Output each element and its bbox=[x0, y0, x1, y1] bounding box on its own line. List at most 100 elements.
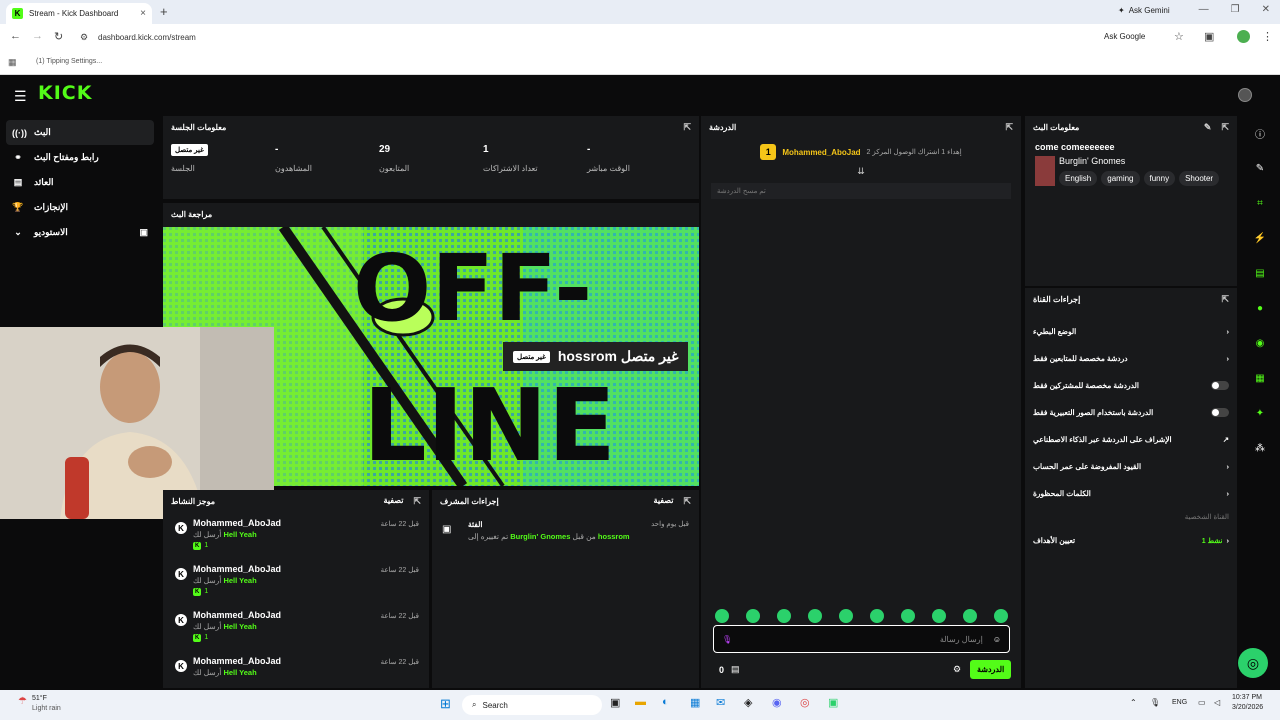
profile-avatar[interactable] bbox=[1237, 30, 1250, 43]
broadcast-icon[interactable]: ◉ bbox=[1240, 326, 1280, 361]
action-goals[interactable]: تعيين الأهداف نشط 1 › bbox=[1025, 527, 1237, 554]
help-chat-icon[interactable]: ◎ bbox=[1238, 648, 1268, 678]
bolt-icon[interactable]: ⚡ bbox=[1240, 221, 1280, 256]
emotes-only-toggle[interactable] bbox=[1211, 408, 1229, 417]
hamburger-menu-icon[interactable]: ☰ bbox=[14, 88, 27, 105]
emote-icon[interactable] bbox=[746, 609, 760, 623]
popout-icon[interactable]: ⇱ bbox=[1221, 122, 1229, 133]
forward-icon[interactable]: → bbox=[32, 30, 43, 42]
microphone-icon[interactable]: 🎙 bbox=[1150, 698, 1160, 707]
chat-bubble-icon[interactable]: ● bbox=[1240, 291, 1280, 326]
sidebar-item-label: رابط ومفتاح البث bbox=[34, 152, 99, 162]
kick-app-icon[interactable]: ▣ bbox=[828, 696, 838, 709]
site-info-icon[interactable]: ⚙ bbox=[80, 32, 88, 43]
popout-icon[interactable]: ⇱ bbox=[1221, 294, 1229, 305]
tray-chevron-icon[interactable]: ⌃ bbox=[1130, 698, 1137, 707]
chat-input[interactable]: 🎙 إرسال رسالة ☺ bbox=[713, 625, 1010, 653]
feed-message: أرسل لك Hell Yeah bbox=[193, 668, 257, 677]
edge-icon[interactable]: ◐ bbox=[662, 696, 669, 708]
windows-start-icon[interactable]: ⊞ bbox=[440, 696, 451, 712]
sidebar-item-stream-key[interactable]: ⚭ رابط ومفتاح البث bbox=[0, 145, 160, 170]
popout-icon[interactable]: ⇱ bbox=[683, 122, 691, 133]
browser-chrome: K Stream - Kick Dashboard × + ✦ Ask Gemi… bbox=[0, 0, 1280, 75]
bookmark-tipping-settings[interactable]: (1) Tipping Settings... bbox=[36, 58, 102, 65]
emote-icon[interactable] bbox=[870, 609, 884, 623]
maximize-icon[interactable]: ❐ bbox=[1231, 4, 1240, 15]
category-icon: ▣ bbox=[442, 524, 452, 535]
action-banned-words[interactable]: الكلمات المحظورة › bbox=[1025, 480, 1237, 507]
edit-icon[interactable]: ✎ bbox=[1204, 122, 1212, 133]
chrome-icon[interactable]: ◎ bbox=[800, 696, 810, 709]
ask-gemini-button[interactable]: ✦ Ask Gemini bbox=[1118, 6, 1170, 15]
feed-time: قبل 22 ساعة bbox=[380, 613, 419, 620]
offline-word-top: OFF- bbox=[353, 235, 593, 342]
info-icon[interactable]: ⓘ bbox=[1240, 116, 1280, 151]
reload-icon[interactable]: ↻ bbox=[54, 30, 63, 43]
kick-logo[interactable]: KICK bbox=[38, 82, 92, 104]
store-app-icon[interactable]: ▦ bbox=[690, 696, 700, 709]
pinned-user[interactable]: Mohammed_AboJad bbox=[782, 148, 860, 157]
ask-google-button[interactable]: Ask Google bbox=[1104, 32, 1145, 41]
popout-icon[interactable]: ⇱ bbox=[1005, 122, 1013, 133]
filter-button[interactable]: تصفية bbox=[384, 496, 404, 507]
emote-icon[interactable] bbox=[777, 609, 791, 623]
emote-icon[interactable] bbox=[963, 609, 977, 623]
store-icon[interactable]: ▤ bbox=[731, 664, 740, 675]
mic-icon[interactable]: 🎙 bbox=[722, 635, 732, 644]
emoji-icon[interactable]: ☺ bbox=[993, 635, 1001, 644]
emote-icon[interactable] bbox=[808, 609, 822, 623]
volume-icon[interactable]: ◁ bbox=[1214, 698, 1220, 707]
sidebar-item-revenue[interactable]: ▤ العائد bbox=[0, 170, 160, 195]
emote-icon[interactable] bbox=[839, 609, 853, 623]
browser-tab[interactable]: K Stream - Kick Dashboard × bbox=[6, 3, 152, 24]
discord-icon[interactable]: ◉ bbox=[772, 696, 782, 709]
settings-gear-icon[interactable]: ⚙ bbox=[953, 664, 961, 675]
bookmark-star-icon[interactable]: ☆ bbox=[1174, 30, 1184, 43]
menu-icon[interactable]: ⋮ bbox=[1262, 30, 1273, 43]
app-icon[interactable]: ◈ bbox=[744, 696, 752, 709]
sidebar-item-achievements[interactable]: 🏆 الإنجازات bbox=[0, 195, 160, 220]
mail-icon[interactable]: ✉ bbox=[716, 696, 725, 709]
file-explorer-icon[interactable]: ▬ bbox=[635, 696, 646, 708]
emote-icon[interactable] bbox=[715, 609, 729, 623]
close-tab-icon[interactable]: × bbox=[140, 8, 146, 19]
action-ai-moderation[interactable]: الإشراف على الدردشة عبر الذكاء الاصطناعي… bbox=[1025, 426, 1237, 453]
language-indicator[interactable]: ENG bbox=[1172, 699, 1187, 706]
filter-button[interactable]: تصفية bbox=[654, 496, 674, 507]
emote-icon[interactable] bbox=[901, 609, 915, 623]
new-tab-icon[interactable]: + bbox=[160, 4, 168, 19]
network-icon[interactable]: ▭ bbox=[1198, 698, 1206, 707]
pinned-gift: 1 Mohammed_AboJad إهداء 1 اشتراك الوصول … bbox=[701, 138, 1021, 166]
nodes-icon[interactable]: ⁂ bbox=[1240, 431, 1280, 466]
minimize-icon[interactable]: — bbox=[1199, 4, 1209, 15]
action-followers-only[interactable]: دردشة مخصصة للمتابعين فقط › bbox=[1025, 345, 1237, 372]
url-field[interactable]: dashboard.kick.com/stream bbox=[98, 33, 196, 42]
emote-icon[interactable] bbox=[932, 609, 946, 623]
pen-icon[interactable]: ✎ bbox=[1240, 151, 1280, 186]
clock-time[interactable]: 10:37 PM bbox=[1232, 694, 1262, 701]
taskbar-search[interactable]: ⌕ Search bbox=[462, 695, 602, 715]
sidebar-item-studio[interactable]: ⌄ الاستوديو ▣ bbox=[0, 220, 160, 245]
clock-date[interactable]: 3/20/2026 bbox=[1232, 704, 1263, 711]
emote-icon[interactable] bbox=[994, 609, 1008, 623]
crop-icon[interactable]: ⌗ bbox=[1240, 186, 1280, 221]
back-icon[interactable]: ← bbox=[10, 30, 21, 42]
collapse-icon[interactable]: ⇊ bbox=[701, 166, 1021, 177]
send-chat-button[interactable]: الدردشة bbox=[970, 660, 1012, 679]
user-avatar[interactable] bbox=[1238, 88, 1252, 102]
popout-icon[interactable]: ⇱ bbox=[413, 496, 421, 507]
apps-icon[interactable]: ▦ bbox=[8, 57, 17, 68]
close-window-icon[interactable]: ✕ bbox=[1262, 4, 1270, 15]
action-slow-mode[interactable]: الوضع البطيء › bbox=[1025, 318, 1237, 345]
action-account-age[interactable]: القيود المفروضة على عمر الحساب › bbox=[1025, 453, 1237, 480]
document-icon[interactable]: ▤ bbox=[1240, 256, 1280, 291]
rank-medal-icon: 1 bbox=[760, 144, 777, 160]
sidebar-item-stream[interactable]: ((·)) البث bbox=[6, 120, 154, 145]
extensions-icon[interactable]: ▣ bbox=[1204, 30, 1214, 43]
layout-icon[interactable]: ▦ bbox=[1240, 361, 1280, 396]
task-view-icon[interactable]: ▣ bbox=[610, 696, 620, 709]
popout-icon[interactable]: ⇱ bbox=[683, 496, 691, 507]
subscribers-only-toggle[interactable] bbox=[1211, 381, 1229, 390]
tag-chip: gaming bbox=[1101, 171, 1140, 186]
wrench-icon[interactable]: ✦ bbox=[1240, 396, 1280, 431]
